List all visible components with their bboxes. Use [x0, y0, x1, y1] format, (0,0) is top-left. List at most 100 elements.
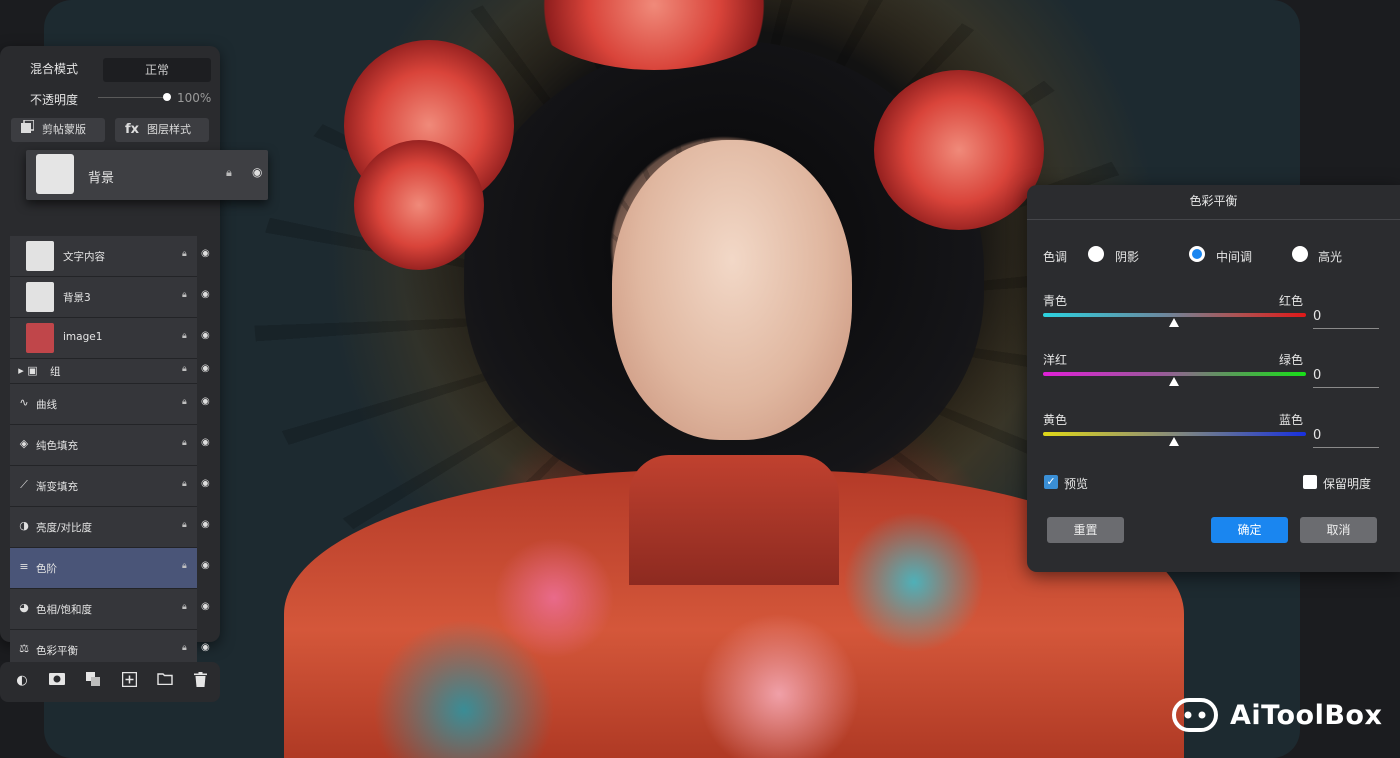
eye-icon[interactable]: ◉ — [201, 396, 210, 407]
layer-row[interactable]: ≡ 色阶 🔒︎ ◉ — [10, 548, 210, 589]
slider-right-label: 绿色 — [1279, 353, 1304, 367]
eye-icon[interactable]: ◉ — [201, 330, 210, 341]
lock-icon[interactable]: 🔒︎ — [182, 364, 187, 374]
preview-label: 预览 — [1064, 477, 1089, 491]
layer-row[interactable]: ▸ ▣ 组 🔒︎ ◉ — [10, 359, 210, 384]
color-balance-dialog: 色彩平衡 色调 阴影 中间调 高光 青色 红色 0 洋红 绿色 0 黄色 蓝色 … — [1027, 185, 1400, 572]
slider-track[interactable] — [1043, 432, 1306, 436]
delete-icon[interactable] — [191, 672, 209, 690]
opacity-slider-knob[interactable] — [163, 93, 171, 101]
lock-icon[interactable]: 🔒︎ — [182, 397, 187, 407]
dragged-layer-background[interactable]: 背景 🔒︎ ◉ — [26, 150, 268, 200]
paint-bucket-icon: ◈ — [19, 437, 29, 450]
eye-icon[interactable]: ◉ — [201, 601, 210, 612]
layer-name: 背景 — [88, 171, 115, 186]
slider-track[interactable] — [1043, 372, 1306, 376]
layer-name: 色相/饱和度 — [36, 604, 93, 616]
preserve-luminosity-checkbox[interactable] — [1303, 475, 1317, 489]
clip-icon[interactable] — [84, 672, 102, 690]
contrast-icon: ◑ — [19, 519, 29, 532]
aitoolbox-logo-icon — [1172, 698, 1218, 732]
eye-icon[interactable]: ◉ — [201, 289, 210, 300]
opacity-slider-track[interactable] — [98, 97, 166, 98]
layer-list: 文字内容 🔒︎ ◉ 背景3 🔒︎ ◉ image1 🔒︎ ◉ ▸ ▣ 组 🔒︎ ◉ ∿ 曲线 🔒︎ ◉ ◈ 纯色填充… — [10, 236, 218, 671]
balance-icon: ⚖ — [19, 642, 29, 655]
lock-icon[interactable]: 🔒︎ — [226, 166, 232, 180]
slider-left-label: 黄色 — [1043, 413, 1068, 427]
blend-mode-label: 混合模式 — [30, 62, 79, 76]
lock-icon[interactable]: 🔒︎ — [182, 331, 187, 341]
layer-row[interactable]: ◑ 亮度/对比度 🔒︎ ◉ — [10, 507, 210, 548]
layer-row[interactable]: ◕ 色相/饱和度 🔒︎ ◉ — [10, 589, 210, 630]
new-layer-icon[interactable] — [120, 671, 138, 690]
slider-track[interactable] — [1043, 313, 1306, 317]
layer-row[interactable]: ◈ 纯色填充 🔒︎ ◉ — [10, 425, 210, 466]
mask-icon[interactable] — [48, 672, 66, 690]
adjustment-icon[interactable]: ◐ — [13, 672, 31, 690]
lock-icon[interactable]: 🔒︎ — [182, 438, 187, 448]
folder-icon: ▸ ▣ — [18, 364, 38, 377]
eye-icon[interactable]: ◉ — [201, 437, 210, 448]
new-group-icon[interactable] — [156, 672, 174, 690]
slider-thumb[interactable] — [1169, 377, 1179, 386]
eye-icon[interactable]: ◉ — [201, 363, 210, 374]
layer-thumbnail — [26, 282, 54, 312]
slider-value-input[interactable]: 0 — [1313, 365, 1379, 388]
lock-icon[interactable]: 🔒︎ — [182, 290, 187, 300]
lock-icon[interactable]: 🔒︎ — [182, 249, 187, 259]
layer-thumbnail — [26, 323, 54, 353]
watermark-text: AiToolBox — [1230, 699, 1383, 731]
radio-shadows-label: 阴影 — [1115, 250, 1140, 264]
opacity-label: 不透明度 — [30, 93, 79, 107]
radio-highlights[interactable] — [1292, 246, 1308, 262]
eye-icon[interactable]: ◉ — [201, 560, 210, 571]
blend-mode-select[interactable]: 正常 — [103, 58, 211, 82]
slider-left-label: 洋红 — [1043, 353, 1068, 367]
layer-row[interactable]: 文字内容 🔒︎ ◉ — [10, 236, 210, 277]
layer-thumbnail — [26, 241, 54, 271]
preview-checkbox[interactable]: ✓ — [1044, 475, 1058, 489]
slider-thumb[interactable] — [1169, 318, 1179, 327]
reset-button[interactable]: 重置 — [1047, 517, 1124, 543]
eye-icon[interactable]: ◉ — [201, 642, 210, 653]
layer-row[interactable]: 背景3 🔒︎ ◉ — [10, 277, 210, 318]
ok-button[interactable]: 确定 — [1211, 517, 1288, 543]
layer-name: 纯色填充 — [36, 440, 78, 452]
slider-value-input[interactable]: 0 — [1313, 306, 1379, 329]
preserve-luminosity-label: 保留明度 — [1323, 477, 1372, 491]
radio-midtones[interactable] — [1189, 246, 1205, 262]
eye-icon[interactable]: ◉ — [201, 478, 210, 489]
radio-highlights-label: 高光 — [1318, 250, 1343, 264]
slider-right-label: 红色 — [1279, 294, 1304, 308]
flower-left-low — [354, 140, 484, 270]
layer-row[interactable]: ∿ 曲线 🔒︎ ◉ — [10, 384, 210, 425]
layer-name: 亮度/对比度 — [36, 522, 93, 534]
clip-mask-button[interactable]: 剪帖蒙版 — [11, 118, 105, 142]
lock-icon[interactable]: 🔒︎ — [182, 479, 187, 489]
curves-icon: ∿ — [19, 396, 29, 409]
slider-right-label: 蓝色 — [1279, 413, 1304, 427]
levels-icon: ≡ — [19, 560, 29, 573]
layer-style-button[interactable]: fx 图层样式 — [115, 118, 209, 142]
eye-icon[interactable]: ◉ — [201, 519, 210, 530]
layer-row[interactable]: ⟋ 渐变填充 🔒︎ ◉ — [10, 466, 210, 507]
layer-name: 文字内容 — [63, 251, 105, 263]
layer-name: 曲线 — [36, 399, 57, 411]
layer-name: image1 — [63, 331, 103, 343]
cancel-button[interactable]: 取消 — [1300, 517, 1377, 543]
layer-name: 色阶 — [36, 563, 57, 575]
eye-icon[interactable]: ◉ — [252, 165, 262, 179]
collar-shape — [629, 455, 839, 585]
layer-style-label: 图层样式 — [147, 123, 192, 136]
tone-label: 色调 — [1043, 250, 1068, 264]
gradient-icon: ⟋ — [20, 478, 28, 491]
slider-thumb[interactable] — [1169, 437, 1179, 446]
layer-row[interactable]: image1 🔒︎ ◉ — [10, 318, 210, 359]
lock-icon[interactable]: 🔒︎ — [182, 602, 187, 612]
lock-icon[interactable]: 🔒︎ — [182, 561, 187, 571]
lock-icon[interactable]: 🔒︎ — [182, 643, 187, 653]
eye-icon[interactable]: ◉ — [201, 248, 210, 259]
slider-value-input[interactable]: 0 — [1313, 425, 1379, 448]
radio-shadows[interactable] — [1088, 246, 1104, 262]
lock-icon[interactable]: 🔒︎ — [182, 520, 187, 530]
